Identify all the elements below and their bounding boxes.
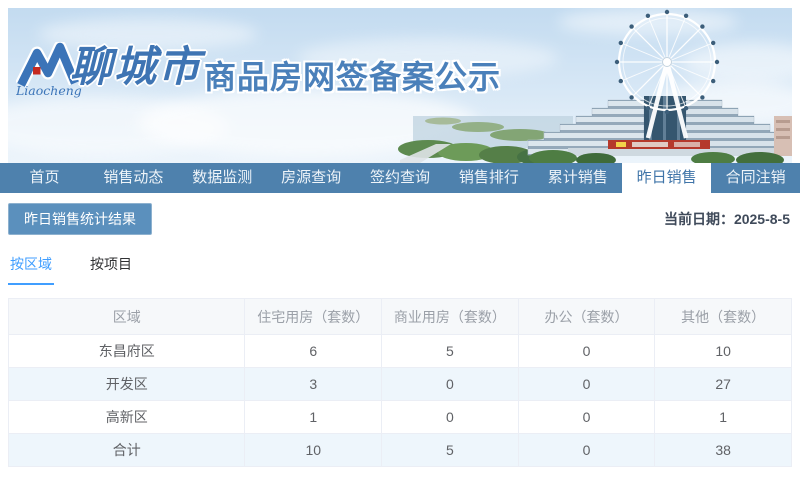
region-cell: 高新区 — [7, 400, 246, 434]
nav-item-9[interactable]: 合同注销 — [711, 163, 800, 193]
nav-item-5[interactable]: 签约查询 — [356, 163, 445, 193]
count-cell: 0 — [517, 367, 656, 401]
count-cell: 0 — [381, 367, 519, 401]
content: 昨日销售统计结果 当前日期：2025-8-5 按区域 按项目 区域 住宅用房（套数）… — [7, 193, 792, 467]
count-cell: 0 — [517, 433, 656, 467]
view-tab-1[interactable]: 按区域 — [8, 254, 54, 285]
yesterday-sales-result-button[interactable]: 昨日销售统计结果 — [8, 203, 152, 235]
banner: Liaocheng 聊城市 商品房网签备案公示 — [8, 8, 792, 163]
toolbar-row: 昨日销售统计结果 当前日期：2025-8-5 — [8, 203, 792, 235]
column-header-2: 住宅用房（套数） — [244, 298, 383, 335]
count-cell: 6 — [244, 334, 383, 368]
sales-statistics-table: 区域 住宅用房（套数） 商业用房（套数） 办公（套数） 其他（套数） 东昌府区 6 5 0 10… — [7, 298, 792, 467]
table-row-1: 东昌府区 6 5 0 10 — [7, 334, 792, 368]
column-header-3: 商业用房（套数） — [381, 298, 519, 335]
nav-item-7[interactable]: 累计销售 — [533, 163, 622, 193]
nav-item-4[interactable]: 房源查询 — [267, 163, 356, 193]
count-cell: 10 — [654, 334, 792, 368]
column-header-1: 区域 — [7, 298, 246, 335]
region-cell: 东昌府区 — [7, 334, 246, 368]
table-row-2: 开发区 3 0 0 27 — [7, 367, 792, 401]
nav-item-2[interactable]: 销售动态 — [89, 163, 178, 193]
banner-title: 商品房网签备案公示 — [204, 59, 502, 95]
view-tab-2[interactable]: 按项目 — [88, 254, 134, 285]
nav-item-8[interactable]: 昨日销售 — [622, 163, 712, 198]
table-body: 东昌府区 6 5 0 10 开发区 3 0 0 27 高新区 1 0 0 1 合计 10 5 0 38 — [7, 334, 792, 467]
table-row-3: 高新区 1 0 0 1 — [7, 400, 792, 434]
count-cell: 10 — [244, 433, 383, 467]
column-header-5: 其他（套数） — [654, 298, 792, 335]
count-cell: 5 — [381, 334, 519, 368]
nav-item-3[interactable]: 数据监测 — [178, 163, 267, 193]
count-cell: 0 — [517, 400, 656, 434]
table-header-row: 区域 住宅用房（套数） 商业用房（套数） 办公（套数） 其他（套数） — [7, 298, 792, 335]
region-cell: 合计 — [7, 433, 246, 467]
page: Liaocheng 聊城市 商品房网签备案公示 首页 销售动态 数据监测 房源查询 签约… — [0, 0, 800, 479]
count-cell: 38 — [654, 433, 792, 467]
count-cell: 3 — [244, 367, 383, 401]
count-cell: 5 — [381, 433, 519, 467]
count-cell: 27 — [654, 367, 792, 401]
table-row-4: 合计 10 5 0 38 — [7, 433, 792, 467]
count-cell: 1 — [244, 400, 383, 434]
nav-item-1[interactable]: 首页 — [0, 163, 89, 193]
count-cell: 0 — [381, 400, 519, 434]
main-nav: 首页 销售动态 数据监测 房源查询 签约查询 销售排行 累计销售 昨日销售 合同注销 — [0, 163, 800, 198]
count-cell: 1 — [654, 400, 792, 434]
region-cell: 开发区 — [7, 367, 246, 401]
banner-city-name: 聊城市 — [70, 42, 203, 91]
nav-item-6[interactable]: 销售排行 — [444, 163, 533, 193]
view-tabs: 按区域 按项目 — [8, 254, 792, 285]
current-date-value: 2025-8-5 — [733, 211, 790, 227]
current-date-label: 当前日期： — [663, 211, 734, 227]
column-header-4: 办公（套数） — [517, 298, 656, 335]
current-date: 当前日期：2025-8-5 — [664, 209, 792, 229]
count-cell: 0 — [517, 334, 656, 368]
